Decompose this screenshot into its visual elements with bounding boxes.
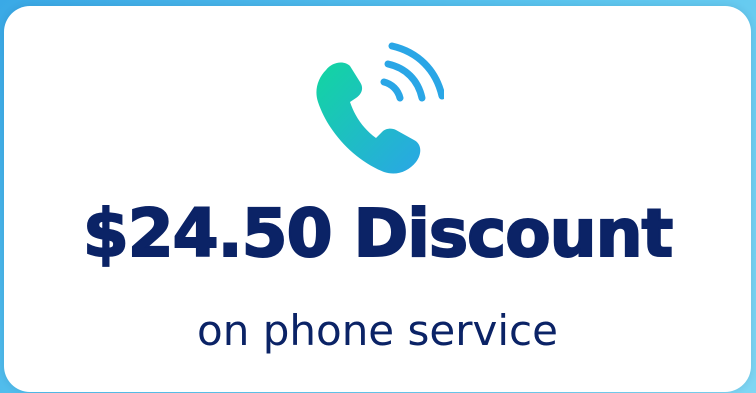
phone-call-icon [304, 42, 444, 182]
offer-card: $24.50 Discount on phone service [4, 6, 751, 392]
discount-subline: on phone service [197, 306, 558, 355]
discount-headline: $24.50 Discount [82, 195, 674, 272]
